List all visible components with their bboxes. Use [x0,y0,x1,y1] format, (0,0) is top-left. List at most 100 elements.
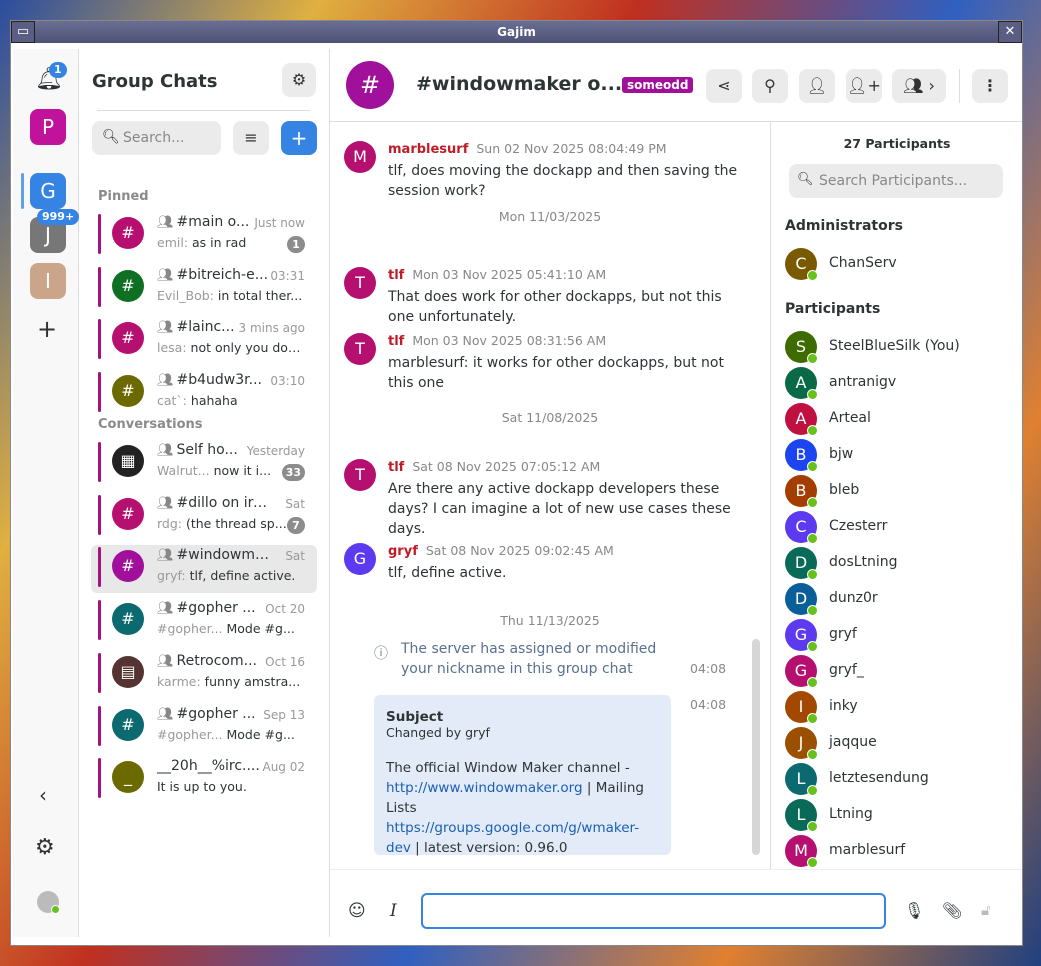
author-avatar[interactable]: T [344,267,376,299]
scrollbar[interactable] [752,639,760,855]
participant[interactable]: Bbleb [785,475,1015,508]
participant[interactable]: Aantranigv [785,367,1015,400]
message-timestamp: Mon 03 Nov 2025 05:41:10 AM [412,267,607,282]
participant[interactable]: DdosLtning [785,547,1015,580]
participant-name: Ltning [829,806,873,822]
participant[interactable]: A Arteal [785,403,1015,436]
formatting-icon[interactable]: I [390,901,397,921]
info-text: The server has assigned or modified your… [401,641,657,677]
chat-list-item[interactable]: ▤ 👥︎ Retrocom... Oct 16 karme: funny amstra.… [91,651,317,699]
more-menu-button[interactable]: ⋮ [972,69,1008,103]
chat-list-item[interactable]: # 👥︎ #gopher ... Oct 20 #gopher... Mode #g..… [91,598,317,646]
preview-text: as in rad [192,235,247,250]
user-status-avatar[interactable] [37,891,60,914]
group-chat-settings-button[interactable]: ⚙ [282,63,316,97]
participant[interactable]: Ggryf_ [785,655,1015,688]
participant[interactable]: Iinky [785,691,1015,724]
author-avatar[interactable]: T [344,459,376,491]
chat-name: 👥︎ #windowma... [157,547,272,563]
online-status-icon [807,605,818,616]
microphone-icon[interactable]: 🎙︎ [904,901,924,920]
invite-button[interactable]: 👤︎+ [846,69,882,103]
message-list[interactable]: ⓘ The server has assigned or modified yo… [330,129,770,869]
chat-list-item[interactable]: ▦ 👥︎ Self ho... Yesterday Walrut... now it i… [91,440,317,488]
participant-name: dunz0r [829,590,878,606]
close-icon[interactable]: ✕ [998,21,1022,43]
settings-gear-icon[interactable]: ⚙ [35,835,55,860]
participant[interactable]: Ggryf [785,619,1015,652]
kebab-icon: ⋮ [982,76,998,95]
preview-nick: rdg: [157,515,182,531]
chat-list-item[interactable]: # 👥︎ #b4udw3r... 03:10 cat`: hahaha [91,370,317,418]
participant-name: letztesendung [829,770,929,786]
author-name[interactable]: tlf [388,460,404,475]
preview-nick: #gopher... [157,621,223,637]
participant-name: ChanServ [829,255,897,271]
author-name[interactable]: gryf [388,544,418,559]
chat-list-item[interactable]: # 👥︎ #main o... Just now emil: as in rad 1 [91,212,317,260]
attachment-icon[interactable]: 📎︎ [942,901,962,920]
participant[interactable]: S SteelBlueSilk (You) [785,331,1015,364]
chat-name-text: #dillo on irc.l... [176,494,272,511]
message-timestamp: Mon 03 Nov 2025 08:31:56 AM [412,333,607,348]
search-icon: 🔍︎ [102,129,120,145]
preview-text: Mode #g... [226,621,295,637]
participant[interactable]: Jjaqque [785,727,1015,760]
add-account-icon[interactable]: + [37,315,57,343]
chat-list-item[interactable]: _ __20h__%irc.... Aug 02 It is up to you. [91,756,317,804]
chat-name: 👥︎ #bitreich-e... [157,267,272,283]
website-link[interactable]: http://www.windowmaker.org [386,780,583,796]
author-avatar[interactable]: G [344,543,376,575]
author-avatar[interactable]: M [344,141,376,173]
chat-avatar: _ [112,761,144,794]
window-menu-icon[interactable]: ▭ [11,21,35,43]
emoji-icon[interactable]: ☺ [348,901,366,921]
participant[interactable]: Bbjw [785,439,1015,472]
account-i[interactable]: I [30,263,66,299]
chat-list-item[interactable]: # 👥︎ #lainc... 3 mins ago lesa: not only you… [91,317,317,365]
author-name[interactable]: tlf [388,334,404,349]
chat-list-item[interactable]: # 👥︎ #dillo on irc.l... Sat rdg: (the thread… [91,493,317,541]
chat-name-text: #gopher ... [176,600,256,617]
encryption-lock-icon[interactable]: 🔓︎ [981,901,991,919]
chat-list-item[interactable]: # 👥︎ #bitreich-e... 03:31 Evil_Bob: in total… [91,265,317,313]
preview-nick: lesa: [157,340,187,355]
chat-avatar: # [112,217,144,249]
account-p[interactable]: P [30,109,66,145]
author-avatar[interactable]: T [344,333,376,365]
participant-search-input[interactable]: 🔍︎ Search Participants... [789,164,1003,198]
plus-icon: + [290,126,308,150]
chat-avatar: # [112,603,144,636]
participant[interactable]: C ChanServ [785,248,1015,281]
participant[interactable]: Mmarblesurf [785,835,1015,868]
title-bar[interactable]: Gajim [11,21,1022,43]
chat-list-item[interactable]: # 👥︎ #windowma... Sat gryf: tlf, define acti… [91,545,317,594]
chat-list-item[interactable]: # 👥︎ #gopher ... Sep 13 #gopher... Mode #g..… [91,704,317,752]
date-separator: Thu 11/13/2025 [500,613,600,628]
participant[interactable]: C Czesterr [785,511,1015,544]
chat-time: Sat [285,496,305,511]
participant[interactable]: Ddunz0r [785,583,1015,616]
group-icon: 👥︎ [157,320,174,335]
message-text: tlf, define active. [388,565,507,581]
chat-avatar: # [112,322,144,354]
new-chat-button[interactable]: + [281,121,317,155]
search-input[interactable]: 🔍︎ Search... [92,121,221,155]
participant[interactable]: L Ltning [785,799,1015,832]
collapse-chevron-icon[interactable]: ‹ [39,783,47,807]
unread-indicator [98,758,101,799]
participant-name: inky [829,698,858,714]
account-g[interactable]: G [30,173,66,209]
toggle-participants-button[interactable]: 👥︎ › [892,69,946,103]
add-user-icon: 👤︎+ [847,76,881,95]
author-name[interactable]: marblesurf [388,142,468,157]
message-input[interactable] [421,893,886,929]
unread-indicator [98,705,101,746]
participants-panel: 27 Participants 🔍︎ Search Participants..… [770,122,1022,869]
manage-participants-button[interactable]: 👤︎ [799,69,835,103]
filter-button[interactable]: ≡ [233,121,269,155]
group-icon: 👥︎ [157,548,174,564]
participant[interactable]: Lletztesendung [785,763,1015,796]
author-name[interactable]: tlf [388,268,404,283]
participant-name: gryf_ [829,662,864,678]
